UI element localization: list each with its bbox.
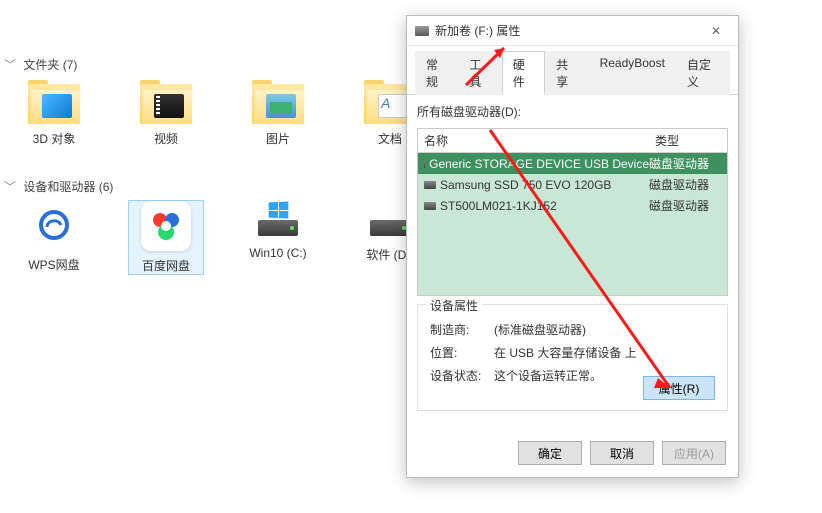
device-row[interactable]: Samsung SSD 750 EVO 120GB 磁盘驱动器: [418, 174, 727, 195]
folder-videos[interactable]: 视频: [128, 80, 204, 147]
device-name: Generic STORAGE DEVICE USB Device: [429, 157, 649, 171]
drive-icon: [415, 26, 429, 36]
dialog-title: 新加卷 (F:) 属性: [435, 22, 696, 39]
manufacturer-label: 制造商:: [430, 321, 494, 338]
dialog-body: 所有磁盘驱动器(D): 名称 类型 Generic STORAGE DEVICE…: [407, 95, 738, 433]
device-name: ST500LM021-1KJ152: [440, 199, 557, 213]
tab-custom[interactable]: 自定义: [676, 51, 730, 95]
item-label: 文档: [378, 130, 402, 147]
item-label: WPS网盘: [28, 256, 79, 273]
close-icon[interactable]: ✕: [702, 21, 730, 41]
device-properties-group: 设备属性 制造商: (标准磁盘驱动器) 位置: 在 USB 大容量存储设备 上 …: [417, 304, 728, 411]
col-name[interactable]: 名称: [418, 129, 649, 152]
group-title: 设备属性: [426, 297, 482, 314]
status-value: 这个设备运转正常。: [494, 367, 602, 384]
tab-hardware[interactable]: 硬件: [502, 51, 545, 95]
item-label: 图片: [266, 130, 290, 147]
location-label: 位置:: [430, 344, 494, 361]
chevron-down-icon: ﹀: [4, 56, 16, 73]
manufacturer-value: (标准磁盘驱动器): [494, 321, 586, 338]
device-properties-button[interactable]: 属性(R): [643, 376, 715, 400]
chevron-down-icon: ﹀: [4, 178, 16, 195]
device-list[interactable]: 名称 类型 Generic STORAGE DEVICE USB Device …: [417, 128, 728, 296]
dialog-titlebar[interactable]: 新加卷 (F:) 属性 ✕: [407, 16, 738, 46]
drive-c[interactable]: Win10 (C:): [240, 200, 316, 275]
device-type: 磁盘驱动器: [649, 197, 727, 214]
section-drives-header[interactable]: ﹀ 设备和驱动器 (6): [4, 178, 113, 195]
item-label: Win10 (C:): [249, 246, 306, 260]
disk-icon: [424, 160, 425, 168]
tab-tools[interactable]: 工具: [458, 51, 501, 95]
ok-button[interactable]: 确定: [518, 441, 582, 465]
device-row[interactable]: ST500LM021-1KJ152 磁盘驱动器: [418, 195, 727, 216]
folder-icon: [140, 80, 192, 124]
col-type[interactable]: 类型: [649, 129, 727, 152]
device-row[interactable]: Generic STORAGE DEVICE USB Device 磁盘驱动器: [418, 153, 727, 174]
section-label: 文件夹: [23, 58, 59, 72]
properties-dialog: 新加卷 (F:) 属性 ✕ 常规 工具 硬件 共享 ReadyBoost 自定义…: [406, 15, 739, 478]
device-type: 磁盘驱动器: [649, 176, 727, 193]
disk-icon: [424, 202, 436, 210]
tab-general[interactable]: 常规: [415, 51, 458, 95]
folder-icon: [28, 80, 80, 124]
section-count: (7): [63, 58, 78, 72]
dialog-tabs: 常规 工具 硬件 共享 ReadyBoost 自定义: [407, 46, 738, 95]
drive-baidu[interactable]: 百度网盘: [128, 200, 204, 275]
cloud-icon: [29, 200, 79, 250]
tab-sharing[interactable]: 共享: [545, 51, 588, 95]
dialog-buttons: 确定 取消 应用(A): [407, 433, 738, 477]
apply-button[interactable]: 应用(A): [662, 441, 726, 465]
item-label: 百度网盘: [142, 257, 190, 274]
folder-3d-objects[interactable]: 3D 对象: [16, 80, 92, 147]
location-value: 在 USB 大容量存储设备 上: [494, 344, 637, 361]
device-name: Samsung SSD 750 EVO 120GB: [440, 178, 611, 192]
folder-icon: [252, 80, 304, 124]
cancel-button[interactable]: 取消: [590, 441, 654, 465]
section-label: 设备和驱动器: [23, 180, 95, 194]
drive-wps[interactable]: WPS网盘: [16, 200, 92, 275]
section-count: (6): [99, 180, 114, 194]
folder-pictures[interactable]: 图片: [240, 80, 316, 147]
status-label: 设备状态:: [430, 367, 494, 384]
baidu-cloud-icon: [141, 201, 191, 251]
item-label: 视频: [154, 130, 178, 147]
disk-icon: [424, 181, 436, 189]
device-list-header: 名称 类型: [418, 129, 727, 153]
item-label: 3D 对象: [33, 130, 76, 147]
device-type: 磁盘驱动器: [649, 155, 727, 172]
all-drives-label: 所有磁盘驱动器(D):: [417, 103, 728, 120]
disk-icon: [252, 200, 304, 240]
tab-readyboost[interactable]: ReadyBoost: [589, 51, 676, 95]
section-folders-header[interactable]: ﹀ 文件夹 (7): [4, 56, 77, 73]
